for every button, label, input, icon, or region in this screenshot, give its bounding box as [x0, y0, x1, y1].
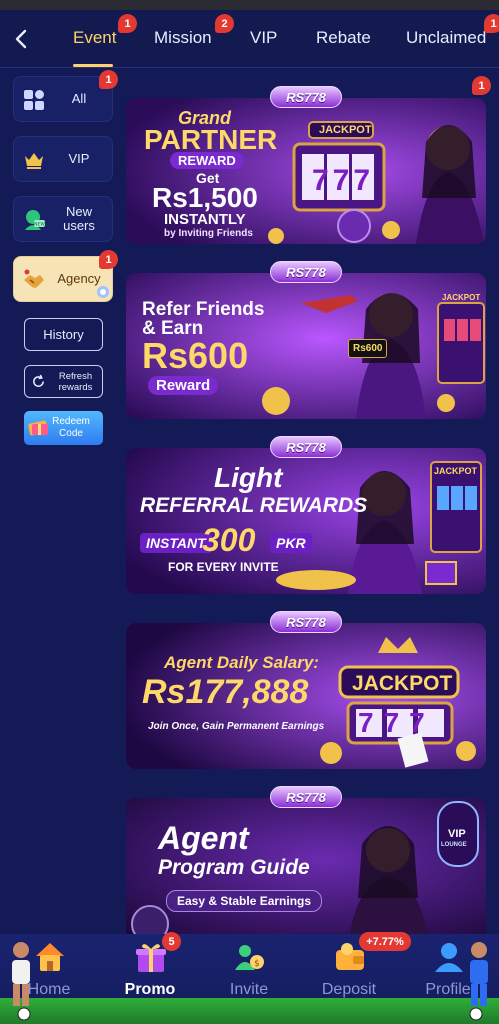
redeem-code-label: Redeem Code [52, 416, 90, 439]
banner-text: Join Once, Gain Permanent Earnings [148, 721, 325, 732]
tab-event[interactable]: Event [73, 28, 116, 48]
nav-deposit[interactable]: +7.77% Deposit [309, 932, 411, 1004]
sidebar-item-label: All [71, 91, 87, 106]
banner-text: Rs600 [348, 339, 388, 358]
deposit-bonus-badge: +7.77% [359, 932, 411, 951]
nav-profile[interactable]: Profile [408, 934, 488, 1004]
tab-rebate[interactable]: Rebate [316, 28, 371, 48]
profile-icon [435, 943, 463, 972]
home-icon [36, 943, 64, 971]
new-user-icon: NEW [25, 210, 45, 230]
brand-logo: RS778 [270, 786, 342, 808]
brand-logo: RS778 [270, 436, 342, 458]
banner-text: by Inviting Friends [164, 228, 253, 239]
promo-banner-agent-daily-salary[interactable]: Agent Daily Salary: Rs177,888 Join Once,… [126, 623, 486, 769]
svg-text:NEW: NEW [34, 222, 45, 228]
sidebar-item-vip[interactable]: VIP [13, 136, 113, 182]
promo-banner-agent-program-guide[interactable]: Agent Program Guide Easy & Stable Earnin… [126, 798, 486, 934]
sidebar-item-label: VIP [68, 151, 90, 166]
nav-label: Deposit [321, 981, 377, 998]
nav-label: Promo [124, 981, 176, 998]
promo-badge: 5 [162, 932, 181, 951]
redeem-code-button[interactable]: Redeem Code [24, 411, 103, 445]
banner-text: JACKPOT [434, 466, 478, 476]
banner-text: JACKPOT [442, 293, 481, 302]
banner-text: PKR [270, 533, 312, 553]
banner-text: Light [214, 462, 283, 493]
crown-icon [25, 153, 43, 169]
nav-home[interactable]: Home [9, 934, 89, 1004]
banner-text: INSTANTLY [164, 211, 246, 228]
active-tab-indicator [73, 64, 113, 67]
banner-text: Agent Daily Salary: [164, 653, 319, 672]
banner-text: LOUNGE [441, 842, 467, 848]
banner-text: INSTANT [140, 533, 212, 553]
sidebar-item-agency[interactable]: Agency [13, 256, 113, 302]
status-bar [0, 0, 499, 10]
brand-logo: RS778 [270, 86, 342, 108]
banner-text: FOR EVERY INVITE [168, 560, 279, 574]
nav-label: Invite [229, 981, 269, 998]
nav-label: Home [27, 981, 71, 998]
banner-text: Rs177,888 [142, 673, 309, 711]
refresh-icon [33, 374, 44, 387]
back-arrow-icon[interactable] [10, 27, 34, 51]
banner-text: REWARD [170, 152, 244, 169]
banner-text: 777 [312, 164, 375, 197]
banner-text: Easy & Stable Earnings [166, 890, 323, 912]
support-icon [97, 286, 109, 298]
nav-promo[interactable]: 5 Promo [110, 932, 190, 1004]
sidebar-all-badge: 1 [99, 70, 118, 89]
top-navigation: Event 1 Mission 2 VIP Rebate Unclaimed 1 [0, 10, 499, 68]
banner-text: Program Guide [158, 856, 310, 879]
nav-label: Profile [425, 981, 471, 998]
grid-icon [24, 90, 44, 110]
sidebar-item-label: New users [63, 204, 95, 233]
brand-logo: RS778 [270, 261, 342, 283]
banner-text: Agent [158, 820, 249, 856]
sidebar-item-new-users[interactable]: NEW New users [13, 196, 113, 242]
tab-event-badge: 1 [118, 14, 137, 33]
tab-mission-badge: 2 [215, 14, 234, 33]
handshake-icon [24, 269, 44, 288]
svg-text:$: $ [254, 959, 260, 969]
history-button[interactable]: History [24, 318, 103, 351]
gift-card-icon [28, 420, 48, 436]
bottom-navigation: Home 5 Promo $ Invite +7.77% Deposit Pro… [0, 932, 499, 1024]
banner-text: REFERRAL REWARDS [140, 494, 368, 517]
brand-logo: RS778 [270, 611, 342, 633]
refresh-rewards-button[interactable]: Refresh rewards [24, 365, 103, 398]
banner-text: Rs1,500 [152, 182, 258, 213]
tab-unclaimed-badge: 1 [484, 14, 499, 33]
banner-text: VIP [448, 828, 466, 840]
banner-text: JACKPOT [319, 124, 372, 136]
nav-invite[interactable]: $ Invite [209, 934, 289, 1004]
banner-badge: 1 [472, 76, 491, 95]
promo-banner-referral-rewards[interactable]: Light REFERRAL REWARDS INSTANT 300 PKR F… [126, 448, 486, 594]
tab-vip[interactable]: VIP [250, 28, 277, 48]
promo-banner-refer-friends[interactable]: Refer Friends & Earn Rs600 Reward Rs600 … [126, 273, 486, 419]
history-label: History [43, 327, 84, 342]
tab-mission[interactable]: Mission [154, 28, 212, 48]
refresh-rewards-label: Refresh rewards [58, 370, 93, 393]
banner-text: 300 [202, 522, 256, 558]
sidebar-item-label: Agency [57, 271, 101, 286]
promo-banner-grand-partner[interactable]: Grand PARTNER REWARD Get Rs1,500 INSTANT… [126, 98, 486, 244]
sidebar-agency-badge: 1 [99, 250, 118, 269]
invite-icon: $ [235, 945, 264, 970]
sidebar-item-all[interactable]: All [13, 76, 113, 122]
banner-text: JACKPOT [352, 672, 453, 695]
banner-text: 777 [358, 707, 435, 738]
banner-text: Rs600 [142, 335, 249, 376]
banner-text: Reward [148, 376, 219, 395]
tab-unclaimed[interactable]: Unclaimed [406, 28, 486, 48]
